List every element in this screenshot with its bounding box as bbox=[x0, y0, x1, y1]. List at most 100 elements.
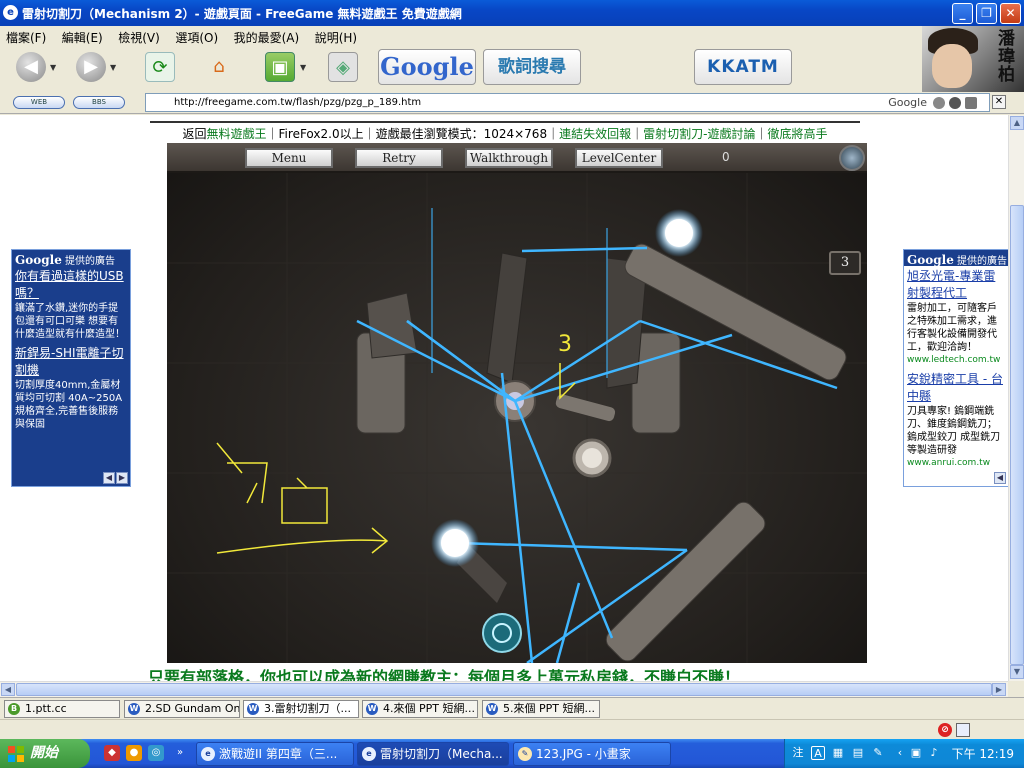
ad-text: 刀具專家! 鎢鋼端銑刀、錐度鎢鋼銑刀；鎢成型鉸刀 成型銑刀等製造研發 bbox=[907, 406, 1001, 456]
ad-text: 鑲滿了水鑽,迷你的手提包還有可口可樂 想要有什麼造型就有什麼造型！ bbox=[15, 303, 125, 340]
expert-link[interactable]: 徹底將高手 bbox=[767, 127, 827, 141]
taskbar-item[interactable]: ✎ 123.JPG - 小畫家 bbox=[513, 742, 671, 766]
back-dropdown-icon[interactable]: ▼ bbox=[50, 63, 56, 72]
tab-label: 4.來個 PPT 短網... bbox=[383, 702, 475, 715]
minimize-button[interactable]: _ bbox=[952, 3, 973, 24]
title-bar: e 雷射切割刀（Mechanism 2）- 遊戲頁面 - FreeGame 無料… bbox=[0, 0, 1024, 26]
tray-input-icon[interactable]: ▤ bbox=[851, 746, 865, 760]
quicklaunch-messenger-icon[interactable]: ● bbox=[126, 745, 142, 761]
ad-prev-icon[interactable]: ◀ bbox=[994, 472, 1006, 484]
taskbar-item[interactable]: e 激戰遊II 第四章（三... bbox=[196, 742, 354, 766]
windows-logo-icon bbox=[8, 746, 24, 762]
ad-title[interactable]: 安銳精密工具 - 台中縣 bbox=[907, 371, 1005, 405]
ime-indicator[interactable]: 注 bbox=[791, 746, 805, 760]
address-url[interactable]: http://freegame.com.tw/flash/pzg/pzg_p_1… bbox=[174, 97, 421, 108]
bbs-button[interactable]: BBS bbox=[73, 96, 125, 109]
footer-promo-text[interactable]: 只要有部落格，你也可以成為新的網賺教主：每個月多上萬元私房錢，不賺白不賺！ bbox=[148, 669, 888, 681]
ad-box-left: Google 提供的廣告 你有看過這樣的USB嗎？ 鑲滿了水鑽,迷你的手提包還有… bbox=[11, 249, 131, 487]
address-bar[interactable]: http://freegame.com.tw/flash/pzg/pzg_p_1… bbox=[145, 93, 990, 112]
info-sep2: ｜ bbox=[631, 127, 644, 141]
page-content: 返回無料遊戲王｜FireFox2.0以上｜遊戲最佳瀏覽模式：1024×768｜連… bbox=[0, 115, 1008, 681]
tab-icon: B bbox=[8, 703, 20, 715]
info-sep3: ｜ bbox=[755, 127, 768, 141]
kkatm-button[interactable]: KKATM bbox=[694, 49, 792, 85]
browser-tab[interactable]: W 4.來個 PPT 短網... bbox=[362, 700, 478, 718]
tray-grid-icon[interactable]: ▦ bbox=[831, 746, 845, 760]
skin-banner: 潘瑋柏 bbox=[922, 26, 1024, 92]
ad-brand: Google bbox=[907, 253, 954, 267]
level-indicator: 3 bbox=[829, 251, 861, 275]
ad-url[interactable]: www.anrui.com.tw bbox=[907, 457, 1005, 470]
security-zone-icon[interactable] bbox=[956, 723, 970, 737]
tray-pen-icon[interactable]: ✎ bbox=[871, 746, 885, 760]
ad-header: Google 提供的廣告 bbox=[904, 250, 1008, 267]
popup-blocker-icon[interactable]: ⊘ bbox=[938, 723, 952, 737]
home-icon[interactable]: ⌂ bbox=[204, 52, 234, 82]
scroll-down-icon[interactable]: ▼ bbox=[1010, 665, 1024, 679]
close-button[interactable]: ✕ bbox=[1000, 3, 1021, 24]
paint-icon: ✎ bbox=[518, 747, 532, 761]
tray-volume-icon[interactable]: ♪ bbox=[927, 746, 941, 760]
discussion-link[interactable]: 雷射切割刀-遊戲討論 bbox=[643, 127, 755, 141]
forward-dropdown-icon[interactable]: ▼ bbox=[110, 63, 116, 72]
forward-button[interactable]: ▶ bbox=[76, 52, 106, 82]
browser-tab[interactable]: W 2.SD Gundam On... bbox=[124, 700, 240, 718]
google-button[interactable]: Google bbox=[378, 49, 476, 85]
game-canvas[interactable]: 3 方向 Menu Retry Walkthrough LevelCenter … bbox=[167, 143, 867, 663]
quicklaunch-app-icon[interactable]: ◆ bbox=[104, 745, 120, 761]
game-levelcenter-button[interactable]: LevelCenter bbox=[575, 148, 663, 168]
ad-prev-icon[interactable]: ◀ bbox=[103, 472, 115, 484]
gift-dropdown-icon[interactable]: ▼ bbox=[300, 63, 306, 72]
search-settings-icon[interactable] bbox=[933, 97, 945, 109]
browser-tab-bar: B 1.ptt.cc W 2.SD Gundam On... W 3.雷射切割刀（..… bbox=[0, 697, 1024, 719]
address-close-button[interactable]: ✕ bbox=[992, 95, 1006, 109]
gift-icon[interactable]: ▣ bbox=[265, 52, 295, 82]
ad-title[interactable]: 旭丞光電-專業雷射製程代工 bbox=[907, 268, 1005, 302]
game-toolbar: Menu Retry Walkthrough LevelCenter 0 bbox=[167, 143, 867, 173]
game-scene: 3 方向 bbox=[167, 173, 867, 663]
scroll-right-icon[interactable]: ▶ bbox=[992, 683, 1006, 696]
start-button[interactable]: 開始 bbox=[0, 739, 90, 768]
horizontal-scrollbar[interactable]: ◀ ▶ bbox=[0, 681, 1008, 697]
search-go-icon[interactable] bbox=[949, 97, 961, 109]
ad-header-suffix: 提供的廣告 bbox=[957, 256, 1008, 267]
game-clock-icon bbox=[839, 145, 865, 171]
ad-url[interactable]: www.ledtech.com.tw bbox=[907, 354, 1005, 367]
vertical-scrollbar[interactable]: ▲ ▼ bbox=[1008, 115, 1024, 681]
game-walkthrough-button[interactable]: Walkthrough bbox=[465, 148, 553, 168]
scroll-left-icon[interactable]: ◀ bbox=[1, 683, 15, 696]
ime-mode-indicator[interactable]: A bbox=[811, 746, 825, 760]
game-retry-button[interactable]: Retry bbox=[355, 148, 443, 168]
info-sep1: ｜FireFox2.0以上｜遊戲最佳瀏覽模式：1024×768｜ bbox=[266, 127, 560, 141]
lyrics-search-button[interactable]: 歌詞搜尋 bbox=[483, 49, 581, 85]
scroll-up-icon[interactable]: ▲ bbox=[1010, 116, 1024, 130]
ie-icon: e bbox=[362, 747, 376, 761]
ad-next-icon[interactable]: ▶ bbox=[116, 472, 128, 484]
ad-header: Google 提供的廣告 bbox=[12, 250, 130, 267]
system-clock[interactable]: 下午 12:19 bbox=[952, 745, 1014, 762]
vertical-scroll-thumb[interactable] bbox=[1010, 205, 1024, 665]
browser-tab-active[interactable]: W 3.雷射切割刀（... bbox=[243, 700, 359, 718]
address-row: WEB BBS http://freegame.com.tw/flash/pzg… bbox=[0, 92, 1024, 114]
tray-network-icon[interactable]: ▣ bbox=[909, 746, 923, 760]
back-button[interactable]: ◀ bbox=[16, 52, 46, 82]
horizontal-scroll-thumb[interactable] bbox=[16, 683, 992, 696]
ad-title[interactable]: 你有看過這樣的USB嗎？ bbox=[15, 268, 127, 302]
refresh-icon[interactable]: ⟳ bbox=[145, 52, 175, 82]
window-title: 雷射切割刀（Mechanism 2）- 遊戲頁面 - FreeGame 無料遊戲… bbox=[22, 7, 462, 21]
game-menu-button[interactable]: Menu bbox=[245, 148, 333, 168]
web-button[interactable]: WEB bbox=[13, 96, 65, 109]
browser-tab[interactable]: B 1.ptt.cc bbox=[4, 700, 120, 718]
browser-tab[interactable]: W 5.來個 PPT 短網... bbox=[482, 700, 600, 718]
tab-label: 1.ptt.cc bbox=[25, 702, 67, 715]
home-link[interactable]: 無料遊戲王 bbox=[207, 127, 267, 141]
quicklaunch-more-icon[interactable]: » bbox=[172, 745, 188, 761]
search-options-icon[interactable] bbox=[965, 97, 977, 109]
quicklaunch-browser-icon[interactable]: ◎ bbox=[148, 745, 164, 761]
taskbar-item-active[interactable]: e 雷射切割刀（Mecha... bbox=[357, 742, 509, 766]
ad-title[interactable]: 新銲易-SHI電離子切割機 bbox=[15, 345, 127, 379]
cube-icon[interactable]: ◈ bbox=[328, 52, 358, 82]
tray-expand-icon[interactable]: ‹ bbox=[893, 746, 907, 760]
report-link[interactable]: 連結失效回報 bbox=[559, 127, 631, 141]
maximize-button[interactable]: ❐ bbox=[976, 3, 997, 24]
